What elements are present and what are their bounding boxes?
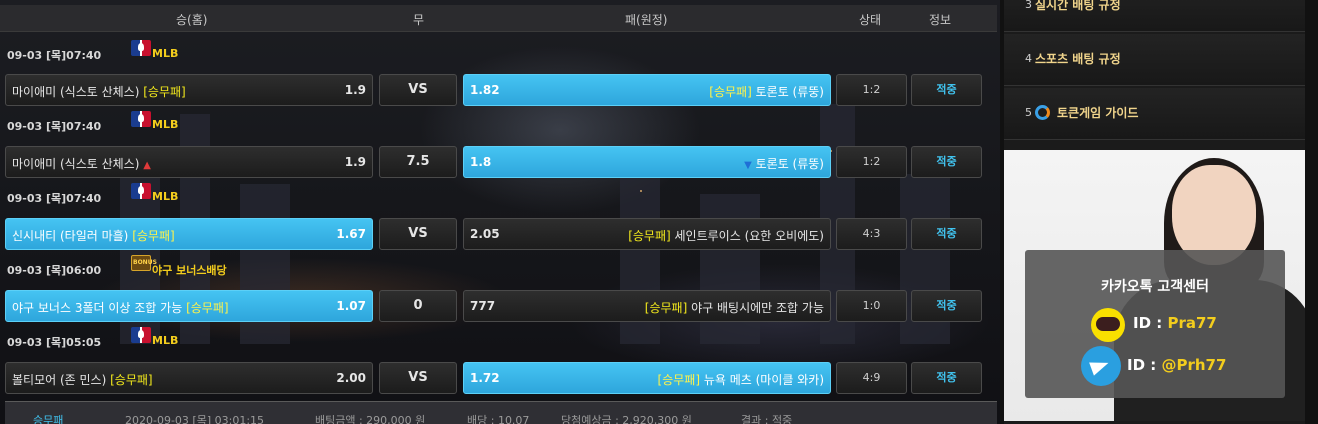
sidebar-item-token-guide[interactable]: 5 토큰게임 가이드 xyxy=(1004,88,1305,140)
home-team: 야구 보너스 3폴더 이상 조합 가능 xyxy=(12,301,183,315)
home-team: 볼티모어 (존 민스) xyxy=(12,373,107,387)
league-name: MLB xyxy=(152,334,179,347)
telegram-icon xyxy=(1081,346,1121,386)
market-tag: [승무패] xyxy=(132,229,175,243)
bonus-logo-icon xyxy=(131,255,157,271)
support-info-box: 카카오톡 고객센터 ID : Pra77 ID : @Prh77 xyxy=(1025,250,1285,398)
home-team: 마이애미 (식스토 산체스) xyxy=(12,157,140,171)
game-date: 09-03 [목]06:00 xyxy=(7,264,102,277)
home-bet-button[interactable]: 볼티모어 (존 민스) [승무패] 2.00 xyxy=(5,362,373,394)
header-info: 정보 xyxy=(929,13,952,27)
draw-bet-button[interactable]: 0 xyxy=(379,290,457,322)
game-status: 1:2 xyxy=(836,74,907,106)
market-tag: [승무패] xyxy=(709,85,752,99)
away-odds: 1.82 xyxy=(470,83,500,97)
mlb-logo-icon xyxy=(131,111,151,127)
home-odds: 1.67 xyxy=(336,227,366,241)
market-tag: [승무패] xyxy=(143,85,186,99)
home-odds: 1.07 xyxy=(336,299,366,313)
home-bet-button[interactable]: 마이애미 (식스토 산체스) ▲ 1.9 xyxy=(5,146,373,178)
home-team: 신시내티 (타일러 마흘) xyxy=(12,229,129,243)
away-bet-button[interactable]: 1.82 [승무패] 토론토 (류뚱) xyxy=(463,74,831,106)
game-date: 09-03 [목]07:40 xyxy=(7,120,102,133)
token-game-icon xyxy=(1035,105,1050,120)
draw-bet-button[interactable]: VS xyxy=(379,218,457,250)
sidebar-item-label: 스포츠 배팅 규정 xyxy=(1035,52,1121,66)
home-odds: 2.00 xyxy=(336,371,366,385)
telegram-id: ID : @Prh77 xyxy=(1127,356,1227,374)
away-bet-button[interactable]: 1.8 ▼ 토론토 (류뚱) xyxy=(463,146,831,178)
game-status: 4:9 xyxy=(836,362,907,394)
header-draw: 무 xyxy=(413,13,425,27)
away-bet-button[interactable]: 1.72 [승무패] 뉴욕 메츠 (마이클 와카) xyxy=(463,362,831,394)
customer-support-banner[interactable]: 카카오톡 고객센터 ID : Pra77 ID : @Prh77 xyxy=(1004,150,1305,421)
mlb-logo-icon xyxy=(131,183,151,199)
home-bet-button[interactable]: 야구 보너스 3폴더 이상 조합 가능 [승무패] 1.07 xyxy=(5,290,373,322)
away-team: 뉴욕 메츠 (마이클 와카) xyxy=(703,373,824,387)
handicap-line-button[interactable]: 7.5 xyxy=(379,146,457,178)
league-name: MLB xyxy=(152,190,179,203)
sidebar-item-label: 실시간 배팅 규정 xyxy=(1035,0,1121,12)
game-date: 09-03 [목]05:05 xyxy=(7,336,102,349)
sidebar-item-label: 토큰게임 가이드 xyxy=(1057,106,1139,120)
away-bet-button[interactable]: 2.05 [승무패] 세인트루이스 (요한 오비에도) xyxy=(463,218,831,250)
bet-odds: 배당 : 10.07 xyxy=(467,414,530,424)
game-info-button[interactable]: 적중 xyxy=(911,146,982,178)
kakaotalk-icon xyxy=(1091,308,1125,342)
league-name: MLB xyxy=(152,47,179,60)
market-tag: [승무패] xyxy=(644,301,688,315)
bet-datetime: 2020-09-03 [목] 03:01:15 xyxy=(125,414,265,424)
header-status: 상태 xyxy=(859,13,882,27)
bet-result: 결과 : 적중 xyxy=(741,414,793,424)
game-date: 09-03 [목]07:40 xyxy=(7,49,102,62)
header-away: 패(원정) xyxy=(625,13,668,27)
home-team: 마이애미 (식스토 산체스) xyxy=(12,85,140,99)
draw-bet-button[interactable]: VS xyxy=(379,362,457,394)
home-odds: 1.9 xyxy=(344,155,366,169)
header-home: 승(홈) xyxy=(176,13,208,27)
away-team: 토론토 (류뚱) xyxy=(755,85,824,99)
game-info-button[interactable]: 적중 xyxy=(911,290,982,322)
sidebar-item-live-rules[interactable]: 3 실시간 배팅 규정 xyxy=(1004,0,1305,32)
home-odds: 1.9 xyxy=(344,83,366,97)
expected-payout: 당첨예상금 : 2,920,300 원 xyxy=(561,414,692,424)
kakao-id: ID : Pra77 xyxy=(1133,314,1217,332)
away-odds: 1.8 xyxy=(470,155,492,169)
game-info-button[interactable]: 적중 xyxy=(911,74,982,106)
away-team: 토론토 (류뚱) xyxy=(755,157,824,171)
game-status: 1:2 xyxy=(836,146,907,178)
away-odds: 1.72 xyxy=(470,371,500,385)
bet-summary-bar: 승무패 2020-09-03 [목] 03:01:15 배팅금액 : 290,0… xyxy=(5,401,997,424)
arrow-down-icon: ▼ xyxy=(744,160,752,171)
arrow-up-icon: ▲ xyxy=(143,160,151,171)
league-name: MLB xyxy=(152,118,179,131)
away-team: 야구 배팅시에만 조합 가능 xyxy=(691,301,824,315)
league-name: 야구 보너스배당 xyxy=(152,264,227,277)
bet-amount: 배팅금액 : 290,000 원 xyxy=(315,414,426,424)
support-title: 카카오톡 고객센터 xyxy=(1101,279,1209,295)
game-info-button[interactable]: 적중 xyxy=(911,362,982,394)
mlb-logo-icon xyxy=(131,40,151,56)
table-header: 승(홈) 무 패(원정) 상태 정보 xyxy=(0,5,997,32)
game-date: 09-03 [목]07:40 xyxy=(7,192,102,205)
away-bet-button[interactable]: 777 [승무패] 야구 배팅시에만 조합 가능 xyxy=(463,290,831,322)
market-tag: [승무패] xyxy=(110,373,153,387)
away-team: 세인트루이스 (요한 오비에도) xyxy=(674,229,824,243)
away-odds: 2.05 xyxy=(470,227,500,241)
market-tag: [승무패] xyxy=(628,229,671,243)
market-tag: [승무패] xyxy=(186,301,229,315)
bet-type: 승무패 xyxy=(33,414,64,424)
city-night-background xyxy=(0,0,1000,424)
game-status: 1:0 xyxy=(836,290,907,322)
market-tag: [승무패] xyxy=(657,373,700,387)
game-info-button[interactable]: 적중 xyxy=(911,218,982,250)
game-status: 4:3 xyxy=(836,218,907,250)
away-odds: 777 xyxy=(470,299,496,313)
draw-bet-button[interactable]: VS xyxy=(379,74,457,106)
home-bet-button[interactable]: 마이애미 (식스토 산체스) [승무패] 1.9 xyxy=(5,74,373,106)
home-bet-button[interactable]: 신시내티 (타일러 마흘) [승무패] 1.67 xyxy=(5,218,373,250)
mlb-logo-icon xyxy=(131,327,151,343)
sidebar-item-sports-rules[interactable]: 4 스포츠 배팅 규정 xyxy=(1004,34,1305,86)
